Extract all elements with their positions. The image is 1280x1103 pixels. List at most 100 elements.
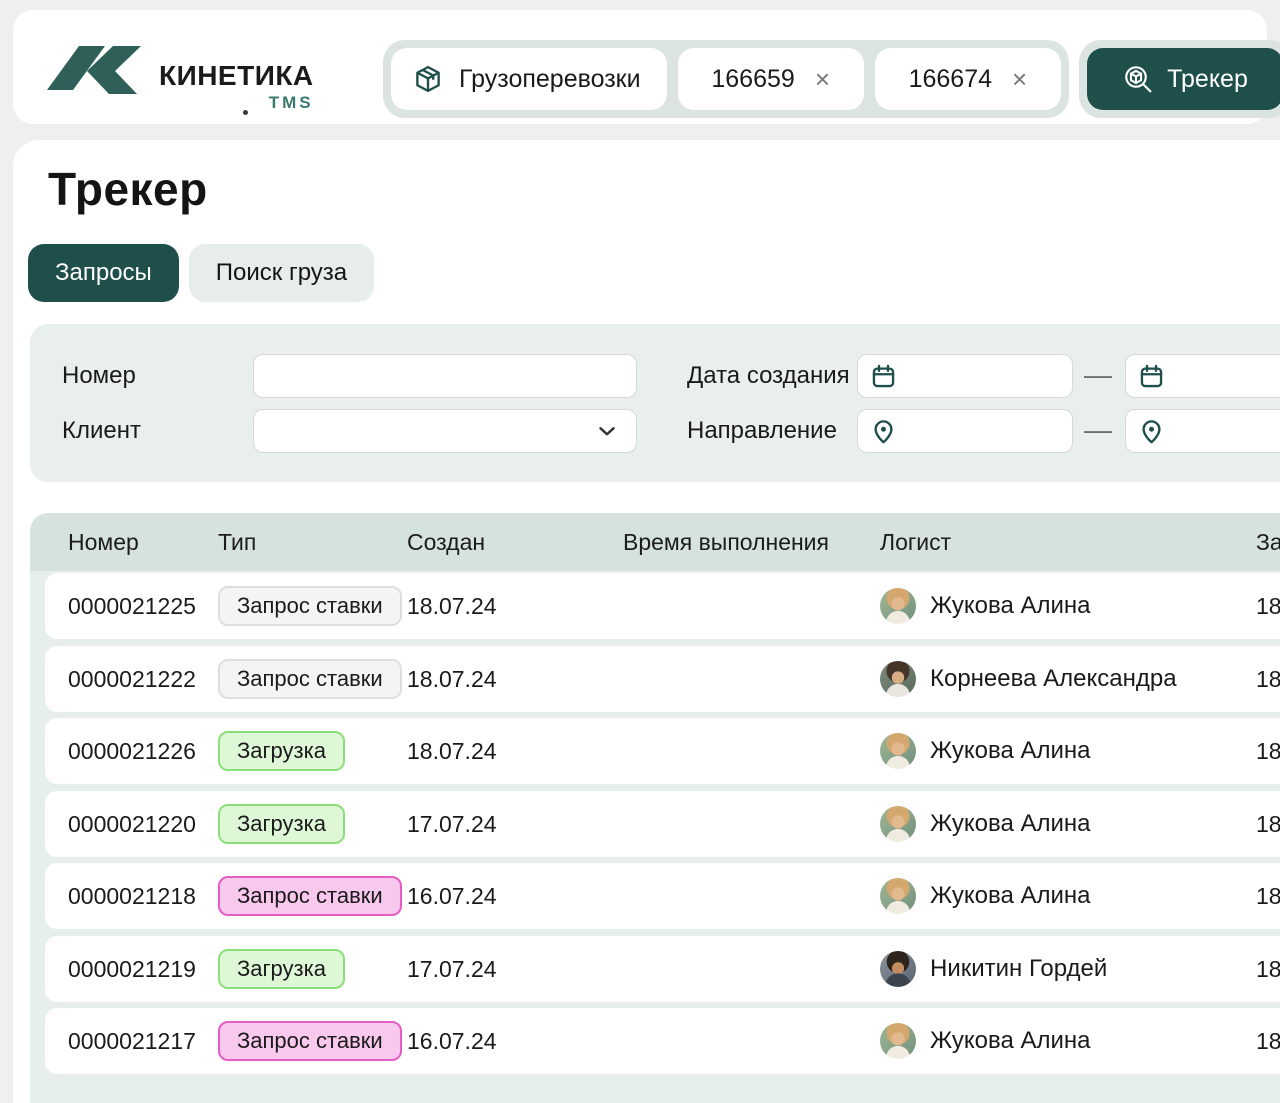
clipped-value: 18 [1256, 883, 1280, 909]
clipped-value: 18 [1256, 1028, 1280, 1054]
type-badge: Загрузка [218, 948, 345, 989]
created-date: 17.07.24 [407, 810, 497, 837]
top-bar: КИНЕТИКА TMS Грузоперевозки 166659 × 166… [13, 10, 1280, 124]
tab-requests[interactable]: Запросы [28, 244, 179, 302]
tab-order-label: 166674 [908, 64, 993, 93]
logist-name: Жукова Алина [930, 592, 1091, 619]
column-clipped: За [1256, 529, 1280, 555]
direction-label: Направление [687, 417, 837, 444]
request-number: 0000021222 [68, 665, 196, 692]
module-tab-strip: Грузоперевозки 166659 × 166674 × [383, 40, 1069, 118]
close-icon[interactable]: × [1012, 66, 1027, 92]
chevron-down-icon [599, 427, 615, 436]
page-title: Трекер [48, 163, 208, 215]
type-badge: Загрузка [218, 731, 345, 771]
table-row[interactable]: 0000021226 Загрузка 18.07.24 Жукова Алин… [45, 718, 1280, 784]
logist-name: Жукова Алина [930, 737, 1091, 764]
logist-cell: Никитин Гордей [880, 936, 1107, 1002]
brand-name: КИНЕТИКА [159, 60, 314, 91]
type-badge: Запрос ставки [218, 658, 402, 699]
tracker-search-icon [1125, 66, 1152, 93]
created-date: 18.07.24 [407, 593, 497, 619]
created-date: 18.07.24 [407, 665, 497, 692]
logist-cell: Жукова Алина [880, 863, 1091, 929]
date-from-input[interactable] [857, 354, 1073, 398]
table-row[interactable]: 0000021218 Запрос ставки 16.07.24 Жукова… [45, 863, 1280, 929]
avatar [880, 733, 916, 769]
clipped-value: 18 [1256, 955, 1280, 982]
direction-to-input[interactable] [1125, 409, 1280, 453]
dot [243, 110, 248, 115]
created-date: 17.07.24 [407, 955, 497, 982]
table-row[interactable]: 0000021217 Запрос ставки 16.07.24 Жукова… [45, 1008, 1280, 1074]
brand-text: КИНЕТИКА TMS [159, 44, 314, 113]
calendar-icon [872, 364, 895, 387]
created-date: 18.07.24 [407, 738, 497, 764]
tab-freight-label: Грузоперевозки [459, 64, 641, 93]
view-tabs: Запросы Поиск груза [28, 244, 375, 302]
request-number: 0000021219 [68, 955, 196, 982]
request-number: 0000021217 [68, 1028, 196, 1054]
avatar [880, 588, 916, 624]
table-row[interactable]: 0000021225 Запрос ставки 18.07.24 Жукова… [45, 573, 1280, 639]
tab-tracker-label: Трекер [1167, 64, 1248, 93]
number-filter-input[interactable] [253, 354, 637, 398]
main-content: Трекер Запросы Поиск груза Номер Клиент … [13, 140, 1280, 1103]
logist-cell: Корнеева Александра [880, 646, 1177, 712]
direction-range-dash: — [1084, 414, 1112, 445]
column-created: Создан [407, 529, 486, 555]
avatar [880, 660, 916, 697]
tab-order-label: 166659 [711, 64, 795, 93]
filters-panel: Номер Клиент Дата создания — Направление [30, 324, 1280, 482]
table-row[interactable]: 0000021219 Загрузка 17.07.24 Никитин Гор… [45, 935, 1280, 1002]
tab-order-166674[interactable]: 166674 × [874, 48, 1061, 110]
tab-cargo-search[interactable]: Поиск груза [188, 244, 375, 302]
tab-order-166659[interactable]: 166659 × [677, 48, 864, 110]
tab-tracker[interactable]: Трекер [1087, 48, 1280, 110]
brand-logo: КИНЕТИКА TMS [47, 44, 314, 113]
table-body: 0000021225 Запрос ставки 18.07.24 Жукова… [30, 571, 1280, 1103]
avatar [880, 950, 916, 987]
close-icon[interactable]: × [815, 66, 830, 92]
type-badge: Запрос ставки [218, 876, 402, 916]
date-created-label: Дата создания [687, 362, 850, 389]
column-number: Номер [68, 529, 139, 555]
tab-freight[interactable]: Грузоперевозки [391, 48, 667, 110]
clipped-value: 18 [1256, 810, 1280, 837]
logist-name: Жукова Алина [930, 809, 1091, 837]
logist-cell: Жукова Алина [880, 573, 1091, 639]
logist-name: Никитин Гордей [930, 954, 1108, 982]
column-logist: Логист [880, 529, 952, 555]
table-row[interactable]: 0000021222 Запрос ставки 18.07.24 Корнее… [45, 645, 1280, 712]
location-pin-icon [874, 419, 893, 443]
logist-cell: Жукова Алина [880, 791, 1091, 857]
request-number: 0000021225 [68, 593, 196, 619]
type-badge: Запрос ставки [218, 1021, 402, 1061]
table-row[interactable]: 0000021220 Загрузка 17.07.24 Жукова Алин… [45, 790, 1280, 857]
table-header: Номер Тип Создан Время выполнения Логист… [30, 513, 1280, 571]
clipped-value: 18 [1256, 665, 1280, 692]
brand-suffix: TMS [268, 93, 314, 112]
logist-cell: Жукова Алина [880, 718, 1091, 784]
request-number: 0000021226 [68, 738, 196, 764]
logist-cell: Жукова Алина [880, 1008, 1091, 1074]
location-pin-icon [1142, 419, 1161, 443]
client-filter-label: Клиент [62, 417, 141, 444]
direction-from-input[interactable] [857, 409, 1073, 453]
clipped-value: 18 [1256, 738, 1280, 764]
type-badge: Запрос ставки [218, 586, 402, 626]
clipped-value: 18 [1256, 593, 1280, 619]
kinetika-logo-icon [47, 46, 141, 94]
request-number: 0000021220 [68, 810, 196, 837]
client-filter-select[interactable] [253, 409, 637, 453]
request-number: 0000021218 [68, 883, 196, 909]
created-date: 16.07.24 [407, 883, 497, 909]
package-icon [416, 65, 440, 93]
date-to-input[interactable] [1125, 354, 1280, 398]
logist-name: Жукова Алина [930, 1027, 1091, 1054]
logist-name: Корнеева Александра [930, 664, 1177, 692]
created-date: 16.07.24 [407, 1028, 497, 1054]
avatar [880, 878, 916, 914]
avatar [880, 805, 916, 842]
column-exec-time: Время выполнения [623, 529, 829, 555]
